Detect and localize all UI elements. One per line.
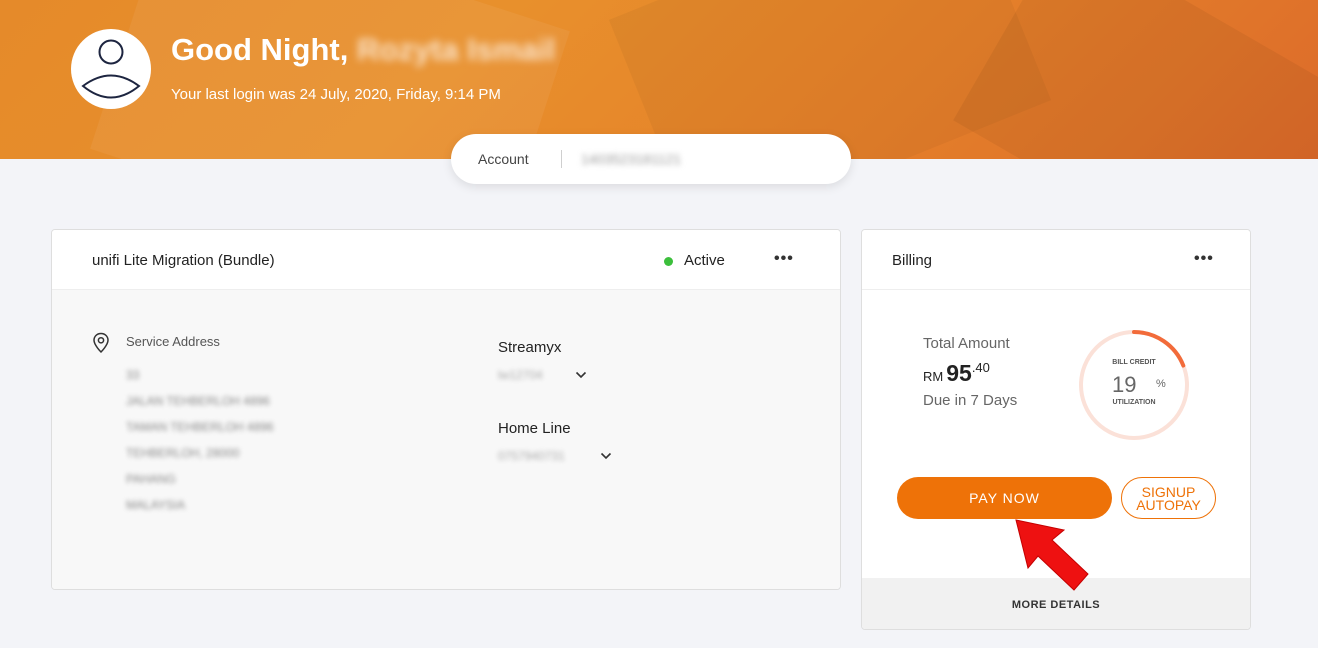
service-card: unifi Lite Migration (Bundle) Active •••… [51,229,841,590]
currency: RM [923,369,944,384]
account-number: 1403523181121 [581,151,682,167]
ellipsis-icon[interactable]: ••• [774,250,794,268]
address-line: MALAYSIA [126,498,186,512]
chevron-down-icon[interactable] [574,368,588,382]
user-name: Rozyta Ismail [356,32,556,67]
service-value: 0757940731 [498,449,565,463]
account-selector[interactable]: Account 1403523181121 [451,134,851,184]
due-date: Due in 7 Days [923,392,1018,409]
user-avatar-icon[interactable] [71,29,151,109]
service-streamyx: Streamyx lw12704 [498,339,587,386]
address-line: TEHBERLOH, 28000 [126,446,240,460]
address-line: PAHANG [126,472,176,486]
ellipsis-icon[interactable]: ••• [1194,250,1214,268]
service-card-header: unifi Lite Migration (Bundle) Active ••• [52,230,840,290]
service-name: Home Line [498,420,571,437]
billing-title: Billing [892,252,933,269]
amount-whole: 95 [946,360,972,386]
chevron-down-icon[interactable] [599,449,613,463]
service-dropdown[interactable]: 0757940731 [498,449,612,467]
credit-percent: 19 [1112,372,1137,397]
red-arrow-icon [1015,519,1089,591]
signup-autopay-button[interactable]: SIGNUP AUTOPAY [1121,477,1216,519]
service-home-line: Home Line 0757940731 [498,420,612,467]
total-amount-label: Total Amount [923,335,1010,352]
service-name: Streamyx [498,339,562,356]
greeting-title: Good Night, Rozyta Ismail [171,32,555,68]
account-label: Account [478,151,529,167]
map-pin-icon [93,332,109,354]
divider [561,150,562,168]
status-badge: Active [664,252,725,269]
address-line: TAMAN TEHBERLOH 4896 [126,420,274,434]
status-dot-icon [664,257,673,266]
autopay-line: AUTOPAY [1136,496,1201,513]
last-login-text: Your last login was 24 July, 2020, Frida… [171,86,501,103]
status-text: Active [684,252,725,269]
banner-facet [953,0,1318,159]
address-line: 33 [126,368,140,382]
service-title: unifi Lite Migration (Bundle) [92,252,275,269]
bill-credit-label: BILL CREDIT [1112,359,1156,366]
greeting-text: Good Night, [171,32,349,67]
amount-decimal: .40 [971,360,990,375]
address-line: JALAN TEHBERLOH 4896 [126,394,270,408]
service-address: 33 JALAN TEHBERLOH 4896 TAMAN TEHBERLOH … [126,368,274,524]
total-amount: RM 95.40 [923,360,990,387]
billing-card-header: Billing ••• [862,230,1250,290]
percent-sign: % [1156,378,1166,390]
utilization-label: UTILIZATION [1112,399,1156,406]
service-value: lw12704 [498,368,543,382]
pay-now-button[interactable]: PAY NOW [897,477,1112,519]
service-dropdown[interactable]: lw12704 [498,368,587,386]
service-card-body: Service Address 33 JALAN TEHBERLOH 4896 … [52,290,840,589]
service-address-label: Service Address [126,334,220,349]
